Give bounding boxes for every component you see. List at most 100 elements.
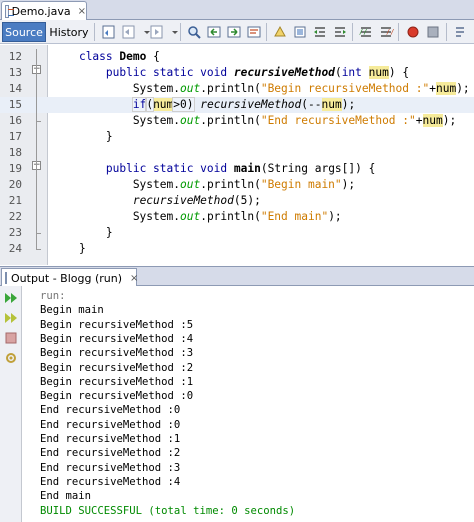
back-icon[interactable]: [120, 23, 138, 41]
code-text: System.out.println("Begin recursiveMetho…: [52, 81, 470, 97]
line-number: 21: [8, 194, 22, 207]
toolbar-separator: [446, 23, 447, 41]
output-tab-bar: Output - Blogg (run) ×: [0, 266, 474, 287]
code-token: +: [415, 114, 423, 127]
line-number: 15: [8, 98, 22, 111]
uncomment-icon[interactable]: //: [377, 23, 395, 41]
stop-icon[interactable]: [3, 330, 19, 346]
forward-icon[interactable]: [148, 23, 166, 41]
line-number: 14: [8, 82, 22, 95]
code-text: System.out.println("End main");: [52, 209, 342, 225]
rerun-icon[interactable]: [3, 290, 19, 306]
code-line[interactable]: 14 System.out.println("Begin recursiveMe…: [0, 81, 474, 97]
find-next-icon[interactable]: [225, 23, 243, 41]
code-line[interactable]: 20 System.out.println("Begin main");: [0, 177, 474, 193]
toolbar-separator: [398, 23, 399, 41]
output-tab[interactable]: Output - Blogg (run) ×: [1, 268, 138, 287]
code-token: );: [341, 178, 356, 191]
code-text: }: [52, 241, 86, 257]
code-token: ) {: [388, 66, 410, 79]
source-view-button[interactable]: Source: [2, 22, 46, 42]
code-editor[interactable]: 12 class Demo {13 public static void rec…: [0, 45, 474, 265]
code-token: "Begin main": [260, 178, 342, 191]
rerun-with-params-icon[interactable]: [3, 310, 19, 326]
close-tab-icon[interactable]: ×: [78, 6, 86, 17]
line-number: 18: [8, 146, 22, 159]
line-number: 23: [8, 226, 22, 239]
code-token: );: [341, 98, 356, 111]
shift-right-icon[interactable]: [331, 23, 349, 41]
code-line[interactable]: 12 class Demo {: [0, 49, 474, 65]
find-selection-icon[interactable]: [245, 23, 263, 41]
find-previous-icon[interactable]: [205, 23, 223, 41]
last-edit-icon[interactable]: [100, 23, 118, 41]
code-token: num: [153, 98, 174, 111]
output-console[interactable]: run: Begin main Begin recursiveMethod :5 Be…: [23, 286, 474, 522]
toolbar-separator: [352, 23, 353, 41]
code-text: recursiveMethod(5);: [52, 193, 261, 209]
code-text: System.out.println("Begin main");: [52, 177, 355, 193]
toggle-rectangular-icon[interactable]: [291, 23, 309, 41]
start-macro-icon[interactable]: [404, 23, 422, 41]
console-line: Begin recursiveMethod :3: [40, 347, 194, 360]
code-token: (String args[]) {: [260, 162, 376, 175]
code-token: num: [321, 98, 342, 111]
code-line[interactable]: 21 recursiveMethod(5);: [0, 193, 474, 209]
line-number: 20: [8, 178, 22, 191]
editor-tab-demo-java[interactable]: Demo.java ×: [1, 1, 87, 20]
code-token: (5);: [233, 194, 261, 207]
java-file-icon: [5, 4, 14, 18]
console-line: Begin recursiveMethod :4: [40, 332, 194, 345]
console-line: End recursiveMethod :2: [40, 447, 181, 460]
code-line[interactable]: 16 System.out.println("End recursiveMeth…: [0, 113, 474, 129]
settings-icon[interactable]: [3, 350, 19, 366]
code-token: }: [52, 242, 86, 255]
code-text: public static void main(String args[]) {: [52, 161, 375, 177]
stop-macro-icon[interactable]: [424, 23, 442, 41]
editor-tab-label: Demo.java: [11, 4, 71, 18]
line-number: 22: [8, 210, 22, 223]
toggle-highlight-icon[interactable]: [271, 23, 289, 41]
console-line: End recursiveMethod :4: [40, 475, 181, 488]
history-view-button[interactable]: History: [47, 22, 91, 42]
code-line[interactable]: 15 if(num>0) recursiveMethod(--num);: [0, 97, 474, 113]
code-token: );: [456, 82, 470, 95]
console-line: End recursiveMethod :1: [40, 433, 181, 445]
code-token: out: [179, 178, 201, 191]
code-line[interactable]: 22 System.out.println("End main");: [0, 209, 474, 225]
code-line[interactable]: 13 public static void recursiveMethod(in…: [0, 65, 474, 81]
code-token: (--: [301, 98, 322, 111]
forward-dropdown-icon[interactable]: [166, 23, 184, 41]
code-token: out: [179, 114, 201, 127]
console-line: End recursiveMethod :0: [40, 418, 181, 431]
code-line[interactable]: 23 }: [0, 225, 474, 241]
code-line[interactable]: 19 public static void main(String args[]…: [0, 161, 474, 177]
code-token: class: [78, 50, 113, 63]
find-icon[interactable]: [185, 23, 203, 41]
code-line[interactable]: 17 }: [0, 129, 474, 145]
code-token: .println(: [200, 178, 261, 191]
line-number: 13: [8, 66, 22, 79]
toolbar-extra-icon[interactable]: [451, 23, 469, 41]
code-token: System.: [52, 82, 180, 95]
close-output-icon[interactable]: ×: [130, 273, 138, 284]
code-token: public static void: [105, 162, 228, 175]
line-number: 19: [8, 162, 22, 175]
code-token: num: [435, 82, 457, 95]
line-number: 16: [8, 114, 22, 127]
code-token: out: [179, 210, 201, 223]
code-token: recursiveMethod: [132, 194, 234, 207]
code-token: recursiveMethod: [200, 98, 302, 111]
comment-icon[interactable]: //: [357, 23, 375, 41]
code-token: );: [442, 114, 457, 127]
code-line[interactable]: 24 }: [0, 241, 474, 257]
code-line[interactable]: 18: [0, 145, 474, 161]
code-token: System.: [52, 178, 180, 191]
shift-left-icon[interactable]: [311, 23, 329, 41]
